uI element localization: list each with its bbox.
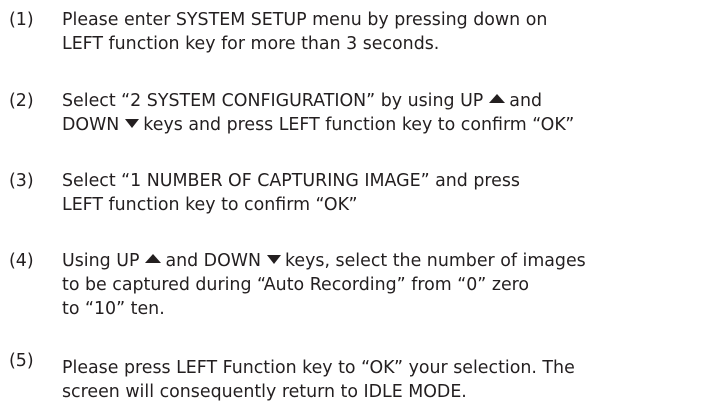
step-number: (5) — [9, 351, 34, 371]
up-arrow-icon — [145, 254, 162, 263]
step-text-segment: Select “2 SYSTEM CONFIGURATION” by using… — [62, 91, 484, 111]
down-arrow-icon — [125, 119, 140, 128]
step-text-segment: Using UP — [62, 251, 140, 271]
step-text-segment: keys, select the number of images — [284, 251, 586, 271]
step-line: Select “1 NUMBER OF CAPTURING IMAGE” and… — [62, 171, 520, 191]
step-line: LEFT function key for more than 3 second… — [62, 34, 440, 54]
step-number: (1) — [9, 10, 34, 30]
step-line: screen will consequently return to IDLE … — [62, 382, 467, 402]
step-line: Please enter SYSTEM SETUP menu by pressi… — [62, 10, 548, 30]
step-line: LEFT function key to confirm “OK” — [62, 195, 358, 215]
step-line: Using UP and DOWN keys, select the number … — [62, 249, 586, 273]
step-line: DOWN keys and press LEFT function key to … — [62, 113, 574, 137]
step-text: Please enter SYSTEM SETUP menu by pressi… — [62, 8, 547, 56]
step-line: Select “2 SYSTEM CONFIGURATION” by using… — [62, 89, 574, 113]
step-text: Please press LEFT Function key to “OK” y… — [62, 356, 575, 404]
step-line: to “10” ten. — [62, 299, 165, 319]
step-text: Using UP and DOWN keys, select the number … — [62, 249, 586, 321]
step-text: Select “1 NUMBER OF CAPTURING IMAGE” and… — [62, 169, 520, 217]
step-text-segment: DOWN — [62, 115, 120, 135]
instruction-list: (1) Please enter SYSTEM SETUP menu by pr… — [0, 0, 719, 409]
step-text-segment: and DOWN — [165, 251, 261, 271]
up-arrow-icon — [489, 94, 506, 103]
step-line: Please press LEFT Function key to “OK” y… — [62, 358, 575, 378]
down-arrow-icon — [266, 255, 281, 264]
step-line: to be captured during “Auto Recording” f… — [62, 275, 530, 295]
step-number: (2) — [9, 91, 34, 111]
step-number: (3) — [9, 171, 34, 191]
step-text-segment: keys and press LEFT function key to conf… — [143, 115, 575, 135]
step-text: Select “2 SYSTEM CONFIGURATION” by using… — [62, 89, 574, 137]
step-number: (4) — [9, 251, 34, 271]
step-text-segment: and — [509, 91, 543, 111]
